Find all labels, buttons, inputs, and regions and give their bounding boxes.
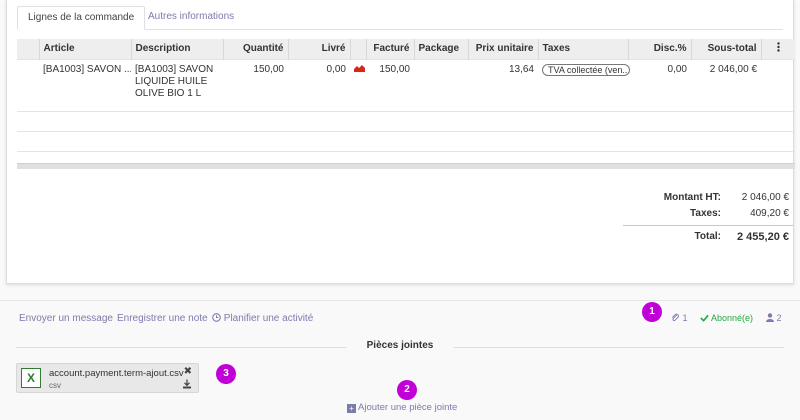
notebook-tabs: Lignes de la commande Autres information… xyxy=(17,6,783,30)
area-chart-icon[interactable] xyxy=(354,64,365,72)
column-header[interactable]: Disc.% xyxy=(627,39,691,59)
column-header[interactable]: Package xyxy=(413,39,468,59)
callout-badge-1: 1 xyxy=(642,302,662,322)
attachments-count: 1 xyxy=(682,313,688,323)
cell-discount[interactable]: 0,00 xyxy=(628,58,691,111)
cell-description[interactable]: [BA1003] SAVON LIQUIDE HUILE OLIVE BIO 1… xyxy=(131,58,223,111)
totals-divider xyxy=(623,225,793,226)
plus-square-icon: + xyxy=(347,404,356,413)
taxes-row: Taxes: 409,20 € xyxy=(623,206,793,222)
follow-label: Abonné(e) xyxy=(711,313,754,323)
user-icon xyxy=(766,313,774,322)
cell-forecast xyxy=(350,58,366,111)
cell-taxes[interactable]: TVA collectée (ven... xyxy=(538,58,630,111)
callout-badge-3: 3 xyxy=(216,364,236,384)
attachment-extension: csv xyxy=(49,381,61,390)
taxes-label: Taxes: xyxy=(690,208,721,219)
table-header: Article Description Quantité Livré Factu… xyxy=(17,39,795,59)
untaxed-amount-label: Montant HT: xyxy=(663,192,721,203)
cell-delivered[interactable]: 0,00 xyxy=(288,58,350,111)
form-sheet: Lignes de la commande Autres information… xyxy=(6,0,795,284)
row-handle xyxy=(17,58,39,111)
download-icon[interactable] xyxy=(182,379,192,389)
send-message-button[interactable]: Envoyer un message xyxy=(19,313,113,324)
paperclip-icon xyxy=(672,313,679,322)
handle-column-header xyxy=(17,39,39,59)
cell-unit-price[interactable]: 13,64 xyxy=(468,58,538,111)
schedule-activity-label: Planifier une activité xyxy=(223,313,314,324)
column-header[interactable]: Quantité xyxy=(222,39,288,59)
optional-columns-toggle[interactable] xyxy=(760,39,795,59)
follow-button[interactable]: Abonné(e) xyxy=(700,313,753,323)
cell-empty xyxy=(761,58,795,111)
attachment-card[interactable]: X account.payment.term-ajout.csv csv ✖ xyxy=(16,363,199,393)
tab-order-lines[interactable]: Lignes de la commande xyxy=(17,6,146,30)
cell-article[interactable]: [BA1003] SAVON ... xyxy=(39,58,131,111)
attachments-title: Pièces jointes xyxy=(358,340,442,351)
column-header xyxy=(349,39,366,59)
add-attachment-label: Ajouter une pièce jointe xyxy=(358,402,458,413)
clock-icon xyxy=(212,313,221,322)
column-header[interactable]: Prix unitaire xyxy=(467,39,538,59)
column-header[interactable]: Facturé xyxy=(365,39,414,59)
check-icon xyxy=(700,314,709,322)
empty-row xyxy=(17,130,795,151)
column-header[interactable]: Livré xyxy=(287,39,350,59)
total-row: Total: 2 455,20 € xyxy=(623,229,793,245)
tax-tag[interactable]: TVA collectée (ven... xyxy=(542,63,630,76)
table-row[interactable]: [BA1003] SAVON ... [BA1003] SAVON LIQUID… xyxy=(17,58,795,111)
log-note-button[interactable]: Enregistrer une note xyxy=(117,313,208,324)
total-value: 2 455,20 € xyxy=(737,231,789,243)
followers-count: 2 xyxy=(776,313,782,323)
divider-line xyxy=(16,347,346,348)
tab-other-info[interactable]: Autres informations xyxy=(138,6,244,30)
untaxed-amount-value: 2 046,00 € xyxy=(741,192,789,203)
cell-subtotal: 2 046,00 € xyxy=(691,58,761,111)
column-header[interactable]: Sous-total xyxy=(690,39,761,59)
horizontal-scrollbar[interactable] xyxy=(17,163,795,169)
followers-button[interactable]: 2 xyxy=(766,313,782,323)
chatter-topbar: Envoyer un message Enregistrer une note … xyxy=(0,300,800,334)
cell-quantity[interactable]: 150,00 xyxy=(223,58,288,111)
order-totals: Montant HT: 2 046,00 € Taxes: 409,20 € T… xyxy=(623,190,793,245)
add-attachment-button[interactable]: + Ajouter une pièce jointe xyxy=(347,402,457,413)
callout-badge-2: 2 xyxy=(397,380,417,400)
taxes-value: 409,20 € xyxy=(750,208,789,219)
excel-file-icon: X xyxy=(21,368,41,388)
attachments-heading: Pièces jointes xyxy=(16,340,784,352)
attachment-filename[interactable]: account.payment.term-ajout.csv xyxy=(49,368,184,379)
order-lines-table: Article Description Quantité Livré Factu… xyxy=(17,39,795,171)
cell-package[interactable] xyxy=(414,58,468,111)
column-header[interactable]: Taxes xyxy=(537,39,628,59)
delete-attachment-icon[interactable]: ✖ xyxy=(184,366,192,377)
total-label: Total: xyxy=(694,231,721,242)
attachments-counter[interactable]: 1 xyxy=(671,313,688,323)
cell-invoiced[interactable]: 150,00 xyxy=(366,58,414,111)
empty-row xyxy=(17,110,795,131)
column-header[interactable]: Article xyxy=(38,39,131,59)
column-header[interactable]: Description xyxy=(130,39,223,59)
divider-line xyxy=(454,347,784,348)
untaxed-amount-row: Montant HT: 2 046,00 € xyxy=(623,190,793,206)
schedule-activity-button[interactable]: Planifier une activité xyxy=(212,313,313,324)
more-vertical-icon[interactable] xyxy=(777,42,780,52)
